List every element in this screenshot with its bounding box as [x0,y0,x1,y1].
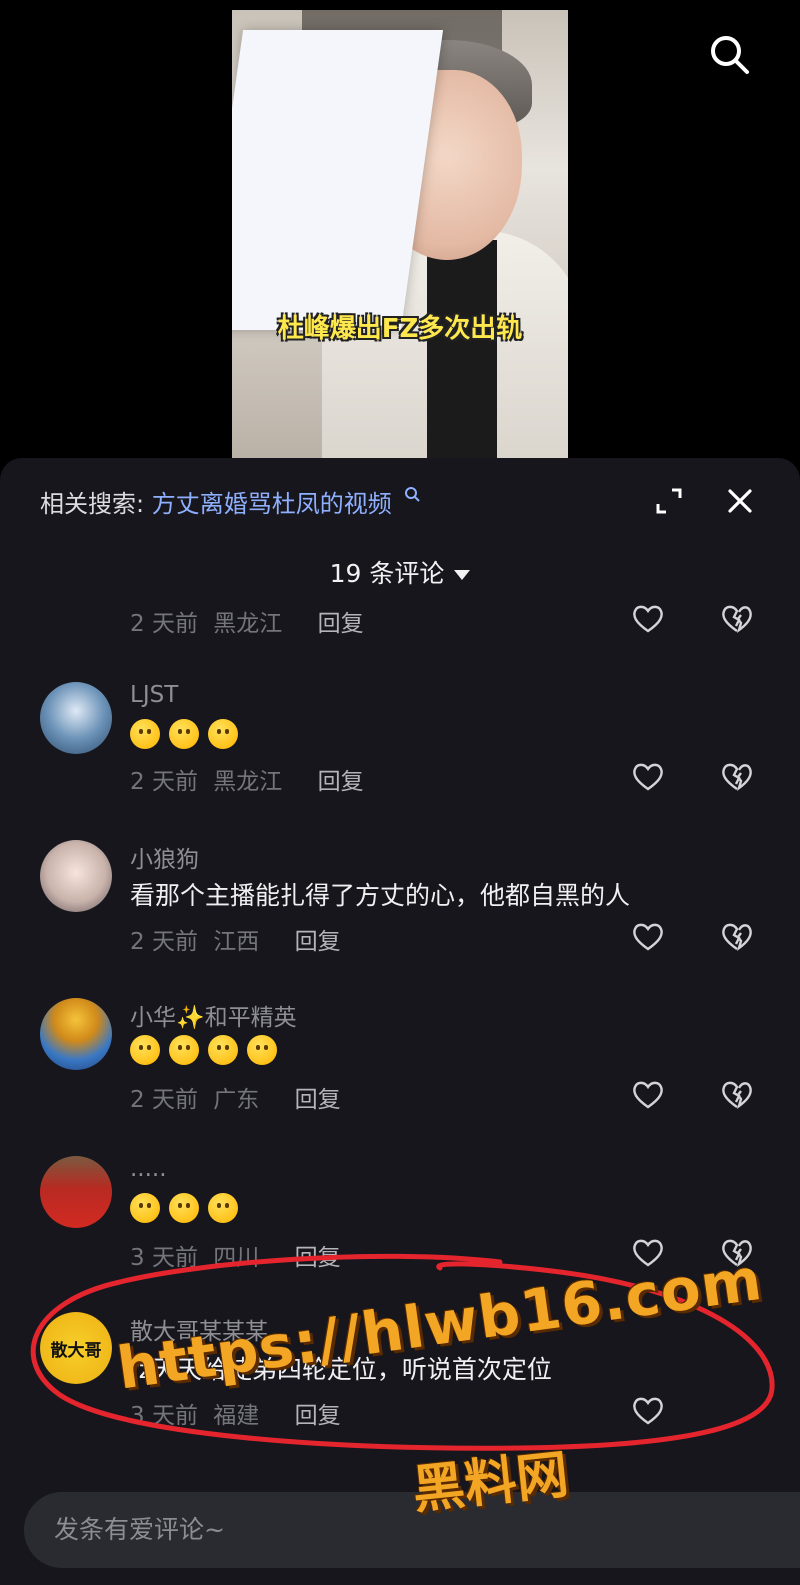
dislike-broken-heart-icon[interactable] [720,922,754,952]
expand-icon[interactable] [652,484,686,518]
comment-meta: 2 天前 黑龙江 回复 [130,604,364,638]
comment-meta: 3 天前 福建 回复 [130,1396,341,1430]
comment-time: 2 天前 [130,769,198,795]
related-search[interactable]: 相关搜索: 方丈离婚骂杜凤的视频 [40,484,421,519]
avatar[interactable] [40,998,112,1070]
emoji-icon [130,719,160,749]
comment-item: 小狼狗 看那个主播能扎得了方丈的心，他都自黑的人 2 天前 江西 回复 [0,838,800,968]
avatar[interactable] [40,840,112,912]
comment-location: 江西 [213,929,260,955]
comment-input[interactable]: 发条有爱评论~ [24,1492,800,1568]
comment-emojis [130,1034,286,1065]
comment-item: 2 天前 黑龙江 回复 [0,598,800,638]
dislike-broken-heart-icon[interactable] [720,1080,754,1110]
comment-item: LJST 2 天前 黑龙江 回复 [0,678,800,808]
search-icon [405,487,421,502]
comment-username[interactable]: ..... [130,1156,167,1182]
comment-location: 福建 [213,1403,260,1429]
emoji-icon [130,1035,160,1065]
comment-location: 黑龙江 [213,611,283,637]
chevron-down-icon [454,570,471,580]
reply-button[interactable]: 回复 [318,611,364,637]
emoji-icon [208,1193,238,1223]
comment-meta: 2 天前 江西 回复 [130,922,341,956]
comment-location: 黑龙江 [213,769,283,795]
emoji-icon [208,719,238,749]
comment-meta: 3 天前 四川 回复 [130,1238,341,1272]
reply-button[interactable]: 回复 [295,1403,341,1429]
comment-username[interactable]: 小华✨和平精英 [130,998,297,1032]
comment-emojis [130,1192,247,1223]
emoji-icon [169,1035,199,1065]
video-caption: 杜峰爆出FZ多次出轨 [277,314,523,344]
emoji-icon [208,1035,238,1065]
close-icon[interactable] [723,484,757,518]
avatar[interactable] [40,682,112,754]
like-heart-icon[interactable] [631,604,665,634]
comment-emojis [130,718,247,749]
comment-username[interactable]: LJST [130,682,178,708]
emoji-icon [130,1193,160,1223]
like-heart-icon[interactable] [631,1396,665,1426]
comment-time: 2 天前 [130,929,198,955]
comment-text: 看那个主播能扎得了方丈的心，他都自黑的人 [130,881,631,910]
emoji-icon [169,1193,199,1223]
avatar[interactable]: 散大哥 [40,1312,112,1384]
reply-button[interactable]: 回复 [295,1245,341,1271]
avatar-text: 散大哥 [50,1340,102,1361]
like-heart-icon[interactable] [631,922,665,952]
comment-panel: 相关搜索: 方丈离婚骂杜凤的视频 19 条评论 2 天前 黑龙江 回复 LJST [0,458,800,1585]
search-icon[interactable] [707,32,751,76]
comment-meta: 2 天前 黑龙江 回复 [130,762,364,796]
comment-count-label: 19 条评论 [329,559,445,588]
comment-time: 3 天前 [130,1403,198,1429]
comment-time: 3 天前 [130,1245,198,1271]
reply-button[interactable]: 回复 [295,929,341,955]
comment-item: 小华✨和平精英 2 天前 广东 回复 [0,996,800,1126]
comment-location: 广东 [213,1087,260,1113]
like-heart-icon[interactable] [631,1080,665,1110]
comment-username[interactable]: 小狼狗 [130,840,199,874]
emoji-icon [247,1035,277,1065]
emoji-icon [169,719,199,749]
related-search-label: 相关搜索: [40,490,145,518]
like-heart-icon[interactable] [631,762,665,792]
reply-button[interactable]: 回复 [295,1087,341,1113]
video-thumbnail[interactable]: 杜峰爆出FZ多次出轨 [232,10,568,462]
dislike-broken-heart-icon[interactable] [720,604,754,634]
comment-time: 2 天前 [130,1087,198,1113]
dislike-broken-heart-icon[interactable] [720,762,754,792]
reply-button[interactable]: 回复 [318,769,364,795]
comment-location: 四川 [213,1245,260,1271]
related-search-query[interactable]: 方丈离婚骂杜凤的视频 [152,490,392,518]
comment-count[interactable]: 19 条评论 [0,554,800,590]
video-player[interactable]: 杜峰爆出FZ多次出轨 [0,0,800,462]
avatar[interactable] [40,1156,112,1228]
comment-meta: 2 天前 广东 回复 [130,1080,341,1114]
video-person-shirt [427,240,497,460]
comment-time: 2 天前 [130,611,198,637]
